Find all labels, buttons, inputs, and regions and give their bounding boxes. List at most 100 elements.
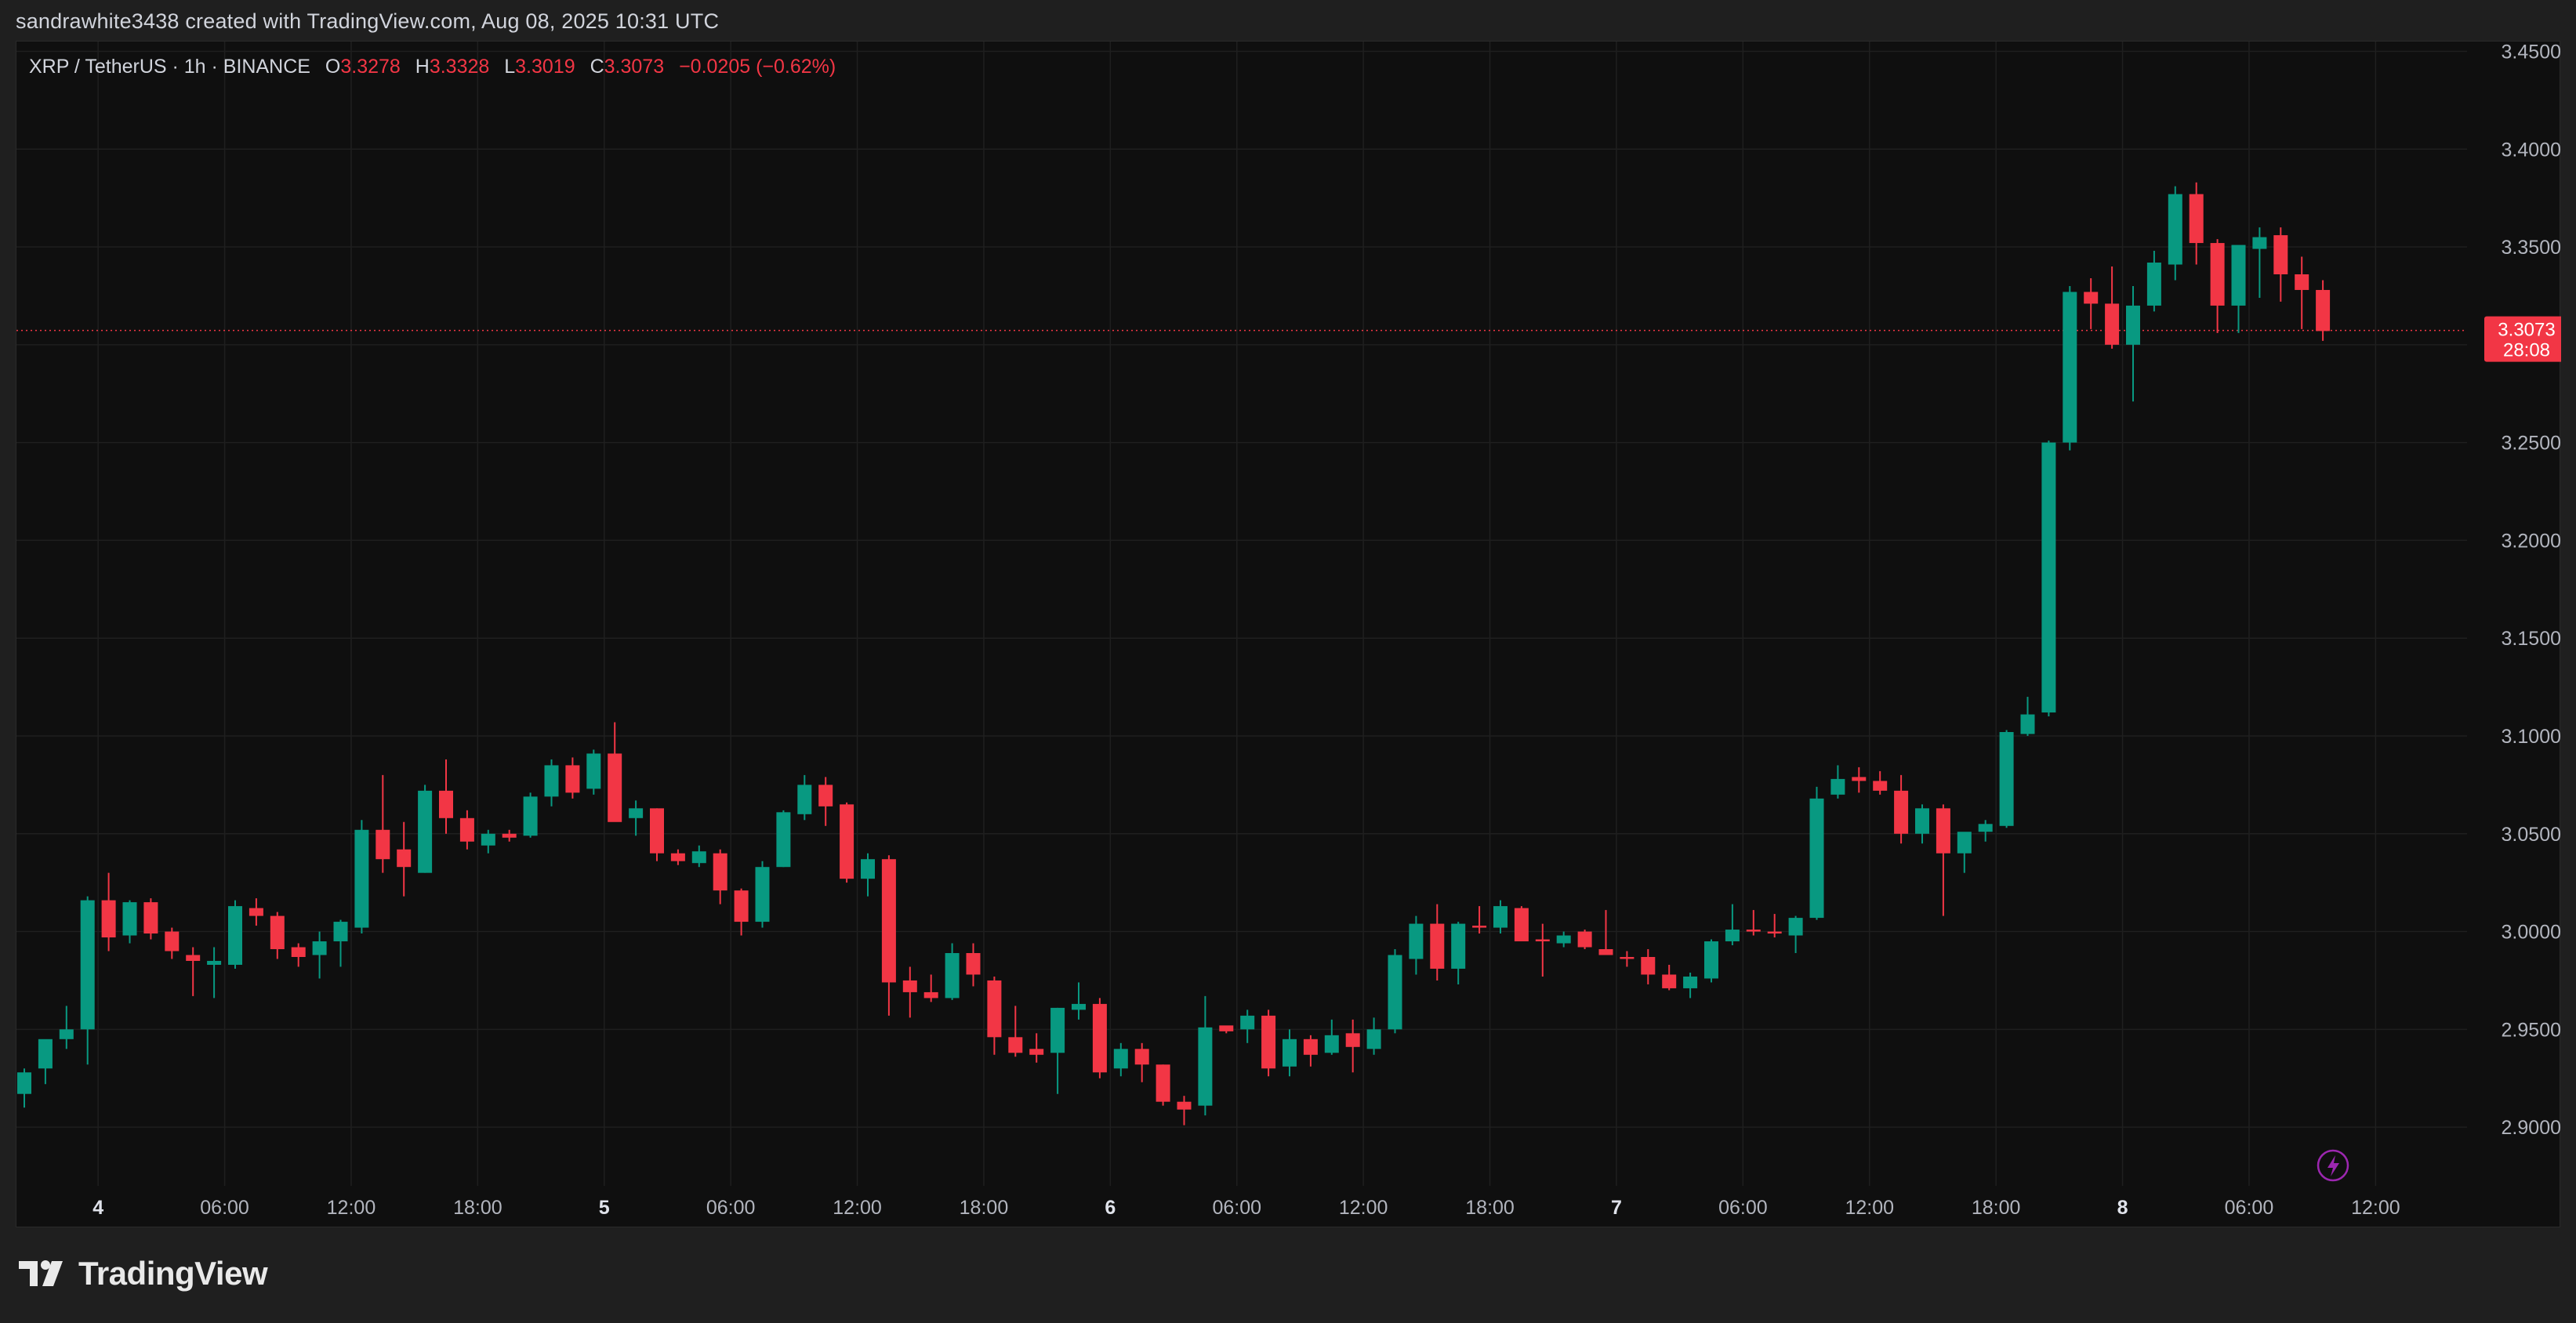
candle-body (38, 1038, 53, 1069)
close-label: C (590, 56, 604, 78)
candle-body (608, 753, 622, 822)
candle-body (861, 859, 875, 879)
candle-body (629, 808, 644, 818)
candle-body (1113, 1049, 1128, 1069)
y-tick-label: 3.2000 (2502, 530, 2561, 552)
candle-body (523, 796, 538, 836)
candle-body (165, 931, 180, 951)
candle-body (2041, 442, 2056, 713)
last-price-value: 3.3073 (2498, 320, 2555, 341)
tradingview-logo-icon (19, 1260, 63, 1286)
candle-body (2020, 714, 2035, 734)
candle-body (818, 785, 833, 806)
candle-body (1008, 1037, 1023, 1053)
candle-body (376, 829, 390, 860)
candle-body (101, 900, 116, 938)
candle-body (1092, 1003, 1107, 1073)
candle-body (1641, 957, 1656, 975)
candle-body (1767, 931, 1782, 934)
y-tick-label: 2.9000 (2502, 1117, 2561, 1139)
candle-body (1072, 1003, 1086, 1010)
candle-body (1366, 1029, 1381, 1049)
candle-body (734, 890, 749, 922)
candle-body (2231, 245, 2246, 306)
candle-body (923, 991, 938, 999)
candle-body (439, 790, 453, 818)
low-value: 3.3019 (515, 56, 575, 78)
candle-body (1388, 955, 1402, 1030)
candle-body (1324, 1035, 1339, 1053)
open-value: 3.3278 (340, 56, 401, 78)
candle-body (2063, 292, 2077, 443)
candle-body (312, 941, 327, 955)
candle-body (1303, 1038, 1318, 1055)
chart-panel[interactable]: 3.45003.40003.35003.30003.25003.20003.15… (16, 41, 2561, 1228)
candle-body (1240, 1015, 1255, 1030)
candle-body (291, 947, 306, 957)
close-value: 3.3073 (604, 56, 665, 78)
x-tick-label: 06:00 (706, 1197, 756, 1219)
candle-body (776, 812, 791, 868)
candle-body (1535, 939, 1550, 942)
candle-body (2316, 289, 2331, 332)
candle-body (2252, 237, 2267, 249)
candle-body (1261, 1015, 1276, 1069)
y-tick-label: 3.0000 (2502, 922, 2561, 944)
candle-body (1050, 1007, 1065, 1053)
candle-body (228, 906, 242, 965)
candle-body (586, 753, 601, 789)
candle-body (1430, 923, 1445, 969)
candle-body (2126, 305, 2140, 345)
candle-body (1704, 941, 1718, 979)
lightning-bolt-icon[interactable] (2317, 1149, 2349, 1182)
candle-body (59, 1029, 74, 1039)
candle-body (17, 1072, 31, 1094)
candle-body (881, 859, 896, 983)
candle-body (1472, 926, 1487, 928)
candle-body (459, 817, 474, 842)
candle-body (1598, 949, 1613, 955)
x-tick-label: 06:00 (1212, 1197, 1261, 1219)
candlestick-chart[interactable]: 3.45003.40003.35003.30003.25003.20003.15… (16, 42, 2561, 1228)
candle-body (691, 851, 706, 864)
x-tick-label: 12:00 (2351, 1197, 2400, 1219)
y-tick-label: 3.1000 (2502, 726, 2561, 748)
candle-body (397, 849, 412, 868)
candle-body (902, 980, 917, 992)
symbol-name[interactable]: XRP / TetherUS · 1h · BINANCE (29, 56, 310, 78)
candle-body (333, 922, 348, 942)
x-tick-label: 7 (1611, 1197, 1622, 1219)
chart-credit: sandrawhite3438 created with TradingView… (16, 9, 720, 33)
candle-body (1156, 1064, 1170, 1102)
candle-body (1409, 923, 1424, 959)
y-tick-label: 3.4500 (2502, 42, 2561, 63)
y-tick-label: 3.1500 (2502, 628, 2561, 650)
x-tick-label: 06:00 (2225, 1197, 2274, 1219)
candle-body (1283, 1038, 1297, 1067)
candle-body (565, 765, 580, 793)
candle-body (2189, 194, 2204, 244)
candle-body (207, 960, 222, 965)
candle-body (650, 808, 664, 854)
time-axis: 4 06:00 12:00 18:00 5 06:00 12:00 18:00 6 06:00 12… (93, 1197, 2400, 1219)
candle-body (1894, 790, 1909, 834)
last-price-badge: 3.3073 28:08 (2484, 316, 2561, 362)
x-tick-label: 12:00 (1339, 1197, 1388, 1219)
candle-body (1936, 808, 1950, 854)
candle-body (1725, 930, 1740, 942)
candle-body (966, 953, 981, 975)
y-tick-label: 3.0500 (2502, 824, 2561, 846)
candle-body (418, 790, 433, 873)
candle-body (2146, 263, 2161, 306)
candle-body (840, 804, 854, 879)
candle-body (1809, 798, 1824, 919)
candle-body (1662, 974, 1677, 988)
candle-body (1345, 1033, 1360, 1047)
candle-body (544, 765, 559, 797)
bar-countdown: 28:08 (2503, 340, 2550, 361)
candle-body (2084, 292, 2099, 304)
tradingview-logo[interactable]: TradingView (17, 1254, 268, 1293)
candles (17, 182, 2331, 1125)
candle-body (186, 955, 201, 961)
candle-body (354, 829, 369, 928)
